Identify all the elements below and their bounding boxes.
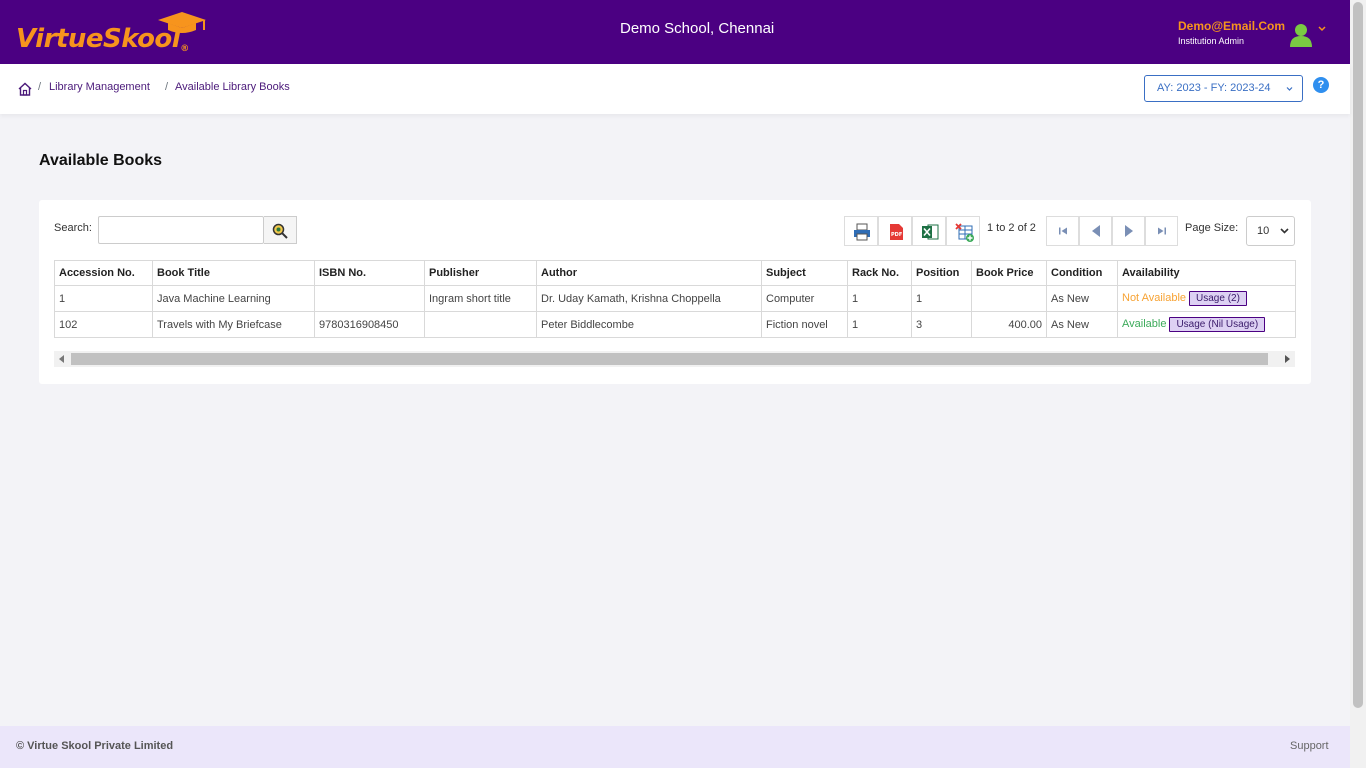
cell-subject: Fiction novel xyxy=(761,311,848,338)
search-button[interactable] xyxy=(264,216,297,244)
cell-condition: As New xyxy=(1046,285,1118,312)
breadcrumb-library-management[interactable]: Library Management xyxy=(49,81,150,93)
chevron-down-icon[interactable] xyxy=(1318,25,1326,33)
chevron-right-icon xyxy=(1125,225,1133,237)
export-pdf-button[interactable]: PDF xyxy=(878,216,912,246)
svg-text:PDF: PDF xyxy=(891,232,902,238)
logo-wordmark: VirtueSkool® xyxy=(16,24,189,54)
usage-button[interactable]: Usage (2) xyxy=(1189,291,1247,306)
first-page-button[interactable] xyxy=(1046,216,1079,246)
cell-isbn: 9780316908450 xyxy=(314,311,425,338)
column-header[interactable]: Position xyxy=(911,260,972,286)
pdf-icon: PDF xyxy=(890,224,903,240)
column-header[interactable]: Author xyxy=(536,260,762,286)
breadcrumb-available-library-books: Available Library Books xyxy=(175,81,290,93)
table-export-icon xyxy=(955,223,974,242)
printer-icon xyxy=(854,223,870,241)
table-row[interactable]: 102 Travels with My Briefcase 9780316908… xyxy=(54,311,1296,338)
user-role: Institution Admin xyxy=(1178,36,1245,46)
next-page-button[interactable] xyxy=(1112,216,1145,246)
column-header[interactable]: Availability xyxy=(1117,260,1296,286)
cell-subject: Computer xyxy=(761,285,848,312)
footer xyxy=(0,726,1350,768)
column-header[interactable]: Rack No. xyxy=(847,260,912,286)
school-name: Demo School, Chennai xyxy=(620,20,775,37)
page-scrollbar-thumb[interactable] xyxy=(1353,2,1363,708)
academic-year-select[interactable]: AY: 2023 - FY: 2023-24 xyxy=(1144,75,1303,102)
previous-page-button[interactable] xyxy=(1079,216,1112,246)
cell-price: 400.00 xyxy=(971,311,1047,338)
search-input[interactable] xyxy=(98,216,264,244)
availability-status: Not Available xyxy=(1122,292,1187,304)
virtueskool-logo[interactable]: VirtueSkool® xyxy=(16,12,216,54)
table-header-row: Accession No. Book Title ISBN No. Publis… xyxy=(54,260,1296,286)
first-page-icon xyxy=(1059,227,1067,235)
help-icon[interactable]: ? xyxy=(1313,77,1329,93)
breadcrumb-separator: / xyxy=(38,81,42,93)
cell-publisher xyxy=(424,311,537,338)
cell-position: 1 xyxy=(911,285,972,312)
cell-author: Dr. Uday Kamath, Krishna Choppella xyxy=(536,285,762,312)
search-label: Search: xyxy=(54,222,92,234)
chevron-down-icon xyxy=(1280,228,1289,234)
column-header[interactable]: Book Price xyxy=(971,260,1047,286)
cell-publisher: Ingram short title xyxy=(424,285,537,312)
support-link[interactable]: Support xyxy=(1290,740,1329,752)
search-icon xyxy=(272,223,288,239)
page-size-label: Page Size: xyxy=(1185,222,1239,234)
table-row[interactable]: 1 Java Machine Learning Ingram short tit… xyxy=(54,285,1296,312)
cell-condition: As New xyxy=(1046,311,1118,338)
footer-copyright: © Virtue Skool Private Limited xyxy=(16,740,174,752)
cell-isbn xyxy=(314,285,425,312)
breadcrumb-separator: / xyxy=(165,81,169,93)
academic-year-value: AY: 2023 - FY: 2023-24 xyxy=(1157,82,1271,94)
user-email[interactable]: Demo@Email.Com xyxy=(1178,19,1285,33)
availability-status: Available xyxy=(1122,318,1167,330)
export-excel-button[interactable] xyxy=(912,216,946,246)
cell-availability: Not Available Usage (2) xyxy=(1117,285,1296,312)
last-page-icon xyxy=(1158,227,1166,235)
books-table: Accession No. Book Title ISBN No. Publis… xyxy=(54,260,1296,338)
page-title: Available Books xyxy=(39,152,163,169)
cell-author: Peter Biddlecombe xyxy=(536,311,762,338)
column-header[interactable]: Publisher xyxy=(424,260,537,286)
column-header[interactable]: ISBN No. xyxy=(314,260,425,286)
export-csv-button[interactable] xyxy=(946,216,980,246)
cell-accession: 102 xyxy=(54,311,153,338)
page-size-value: 10 xyxy=(1257,225,1270,237)
pager-summary: 1 to 2 of 2 xyxy=(987,222,1036,234)
home-icon[interactable] xyxy=(18,82,32,96)
chevron-down-icon xyxy=(1286,87,1293,91)
cell-title: Travels with My Briefcase xyxy=(152,311,315,338)
cell-rack: 1 xyxy=(847,285,912,312)
column-header[interactable]: Condition xyxy=(1046,260,1118,286)
user-avatar-icon[interactable] xyxy=(1290,23,1312,47)
excel-icon xyxy=(922,224,939,240)
cell-accession: 1 xyxy=(54,285,153,312)
print-button[interactable] xyxy=(844,216,878,246)
cell-price xyxy=(971,285,1047,312)
scroll-right-icon[interactable] xyxy=(1284,355,1290,363)
cell-title: Java Machine Learning xyxy=(152,285,315,312)
column-header[interactable]: Book Title xyxy=(152,260,315,286)
column-header[interactable]: Accession No. xyxy=(54,260,153,286)
column-header[interactable]: Subject xyxy=(761,260,848,286)
chevron-left-icon xyxy=(1092,225,1100,237)
scroll-left-icon[interactable] xyxy=(59,355,65,363)
cell-rack: 1 xyxy=(847,311,912,338)
cell-position: 3 xyxy=(911,311,972,338)
usage-button[interactable]: Usage (Nil Usage) xyxy=(1169,317,1266,332)
last-page-button[interactable] xyxy=(1145,216,1178,246)
cell-availability: Available Usage (Nil Usage) xyxy=(1117,311,1296,338)
table-scrollbar-thumb[interactable] xyxy=(71,353,1268,365)
